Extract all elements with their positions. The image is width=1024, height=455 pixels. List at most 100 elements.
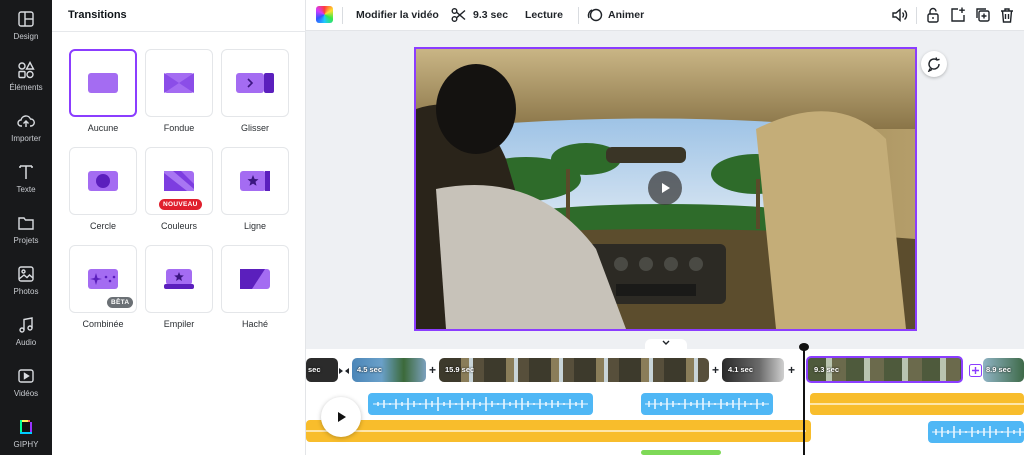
- waveform: [373, 397, 588, 411]
- clip-duration-label: 9.3 sec: [814, 365, 840, 374]
- audio-track-segment[interactable]: [810, 393, 1024, 415]
- tile-label: Aucune: [87, 123, 119, 133]
- tile-label: Empiler: [163, 319, 195, 329]
- rail-item-videos[interactable]: Vidéos: [0, 359, 52, 405]
- play-icon: [662, 183, 670, 193]
- shapes-icon: [18, 61, 35, 79]
- divider: [578, 7, 579, 24]
- music-note-icon: [19, 317, 33, 333]
- top-toolbar: Modifier la vidéo 9.3 sec Lecture Animer: [306, 0, 1024, 31]
- giphy-icon: [20, 420, 32, 434]
- tile-label: Combinée: [82, 319, 124, 329]
- transition-tile-empiler[interactable]: [145, 245, 213, 313]
- transition-tile-aucune[interactable]: [69, 49, 137, 117]
- rail-item-audio[interactable]: Audio: [0, 308, 52, 354]
- timeline-clip[interactable]: 8.9 sec: [983, 358, 1024, 382]
- clip-duration-label: 15.9 sec: [445, 365, 475, 374]
- audio-track-segment[interactable]: [306, 420, 811, 442]
- text-icon: [19, 165, 33, 179]
- video-icon: [18, 369, 34, 383]
- rail-item-text[interactable]: Texte: [0, 155, 52, 201]
- waveform: [645, 398, 769, 410]
- chevron-down-icon: [662, 340, 670, 345]
- add-clip-button[interactable]: +: [709, 364, 722, 377]
- waveform: [306, 430, 806, 432]
- rail-label: Audio: [15, 338, 37, 347]
- clip-duration-label: 4.1 sec: [728, 365, 754, 374]
- timeline-collapse-tab[interactable]: [645, 339, 687, 349]
- timeline-clip[interactable]: sec: [306, 358, 338, 382]
- panel-title: Transitions: [68, 9, 127, 21]
- rail-label: Vidéos: [13, 389, 39, 398]
- edit-video-button[interactable]: Modifier la vidéo: [356, 9, 439, 21]
- playhead-handle[interactable]: [799, 343, 809, 351]
- transition-tile-hache[interactable]: [221, 245, 289, 313]
- animate-button[interactable]: Animer: [608, 9, 644, 21]
- rail-label: Éléments: [9, 83, 43, 92]
- clip-duration[interactable]: 9.3 sec: [473, 9, 508, 21]
- video-play-button[interactable]: [648, 171, 682, 205]
- timeline-clip[interactable]: 4.5 sec: [352, 358, 426, 382]
- transition-combined-icon: [88, 269, 118, 289]
- folder-icon: [18, 217, 34, 230]
- trash-icon[interactable]: [998, 6, 1016, 24]
- add-transition-icon[interactable]: [969, 364, 982, 377]
- add-clip-button[interactable]: +: [426, 364, 439, 377]
- tile-label: Glisser: [240, 123, 269, 133]
- new-badge: NOUVEAU: [159, 199, 202, 210]
- transition-dissolve-icon: [164, 73, 194, 93]
- playhead[interactable]: [803, 345, 805, 455]
- tile-label: Haché: [241, 319, 268, 329]
- audio-track-segment[interactable]: [641, 450, 721, 455]
- transition-slide-icon: [236, 73, 274, 93]
- divider: [916, 7, 917, 24]
- tile-label: Couleurs: [160, 221, 198, 231]
- transition-circle-icon: [88, 171, 118, 191]
- rail-label: Projets: [13, 236, 39, 245]
- rail-label: GIPHY: [13, 440, 39, 449]
- transition-tile-glisser[interactable]: [221, 49, 289, 117]
- cloud-upload-icon: [17, 115, 35, 127]
- timeline-clip[interactable]: 4.1 sec: [722, 358, 784, 382]
- transition-colors-icon: [164, 171, 194, 191]
- transition-tile-cercle[interactable]: [69, 147, 137, 215]
- waveform: [932, 426, 1024, 438]
- timeline-clip[interactable]: 15.9 sec: [439, 358, 709, 382]
- left-icon-rail: Design Éléments Importer Texte Projets P…: [0, 0, 52, 455]
- rail-item-elements[interactable]: Éléments: [0, 53, 52, 99]
- audio-track-segment[interactable]: [928, 421, 1024, 443]
- add-page-icon[interactable]: [949, 6, 967, 24]
- rail-label: Design: [13, 32, 39, 41]
- play-icon: [338, 412, 346, 422]
- transition-stack-icon: [164, 269, 194, 289]
- divider: [342, 7, 343, 24]
- rail-item-photos[interactable]: Photos: [0, 257, 52, 303]
- waveform: [810, 403, 1024, 405]
- tile-label: Ligne: [243, 221, 267, 231]
- rail-item-giphy[interactable]: GIPHY: [0, 410, 52, 455]
- tile-label: Cercle: [89, 221, 116, 231]
- rail-item-upload[interactable]: Importer: [0, 104, 52, 150]
- transition-link-icon[interactable]: [338, 365, 350, 377]
- refresh-comment-icon: [927, 57, 940, 72]
- regenerate-button[interactable]: [921, 51, 947, 77]
- duplicate-icon[interactable]: [974, 6, 992, 24]
- beta-badge: BÊTA: [107, 297, 134, 308]
- transition-tile-ligne[interactable]: [221, 147, 289, 215]
- rail-item-projects[interactable]: Projets: [0, 206, 52, 252]
- video-preview[interactable]: [414, 47, 917, 331]
- add-clip-button[interactable]: +: [785, 364, 798, 377]
- audio-track-segment[interactable]: [641, 393, 773, 415]
- transition-none-icon: [88, 73, 118, 93]
- animate-icon[interactable]: [586, 6, 604, 24]
- volume-icon[interactable]: [890, 6, 908, 24]
- timeline-play-button[interactable]: [321, 397, 361, 437]
- transition-tile-fondue[interactable]: [145, 49, 213, 117]
- color-picker-icon[interactable]: [316, 6, 333, 23]
- playback-button[interactable]: Lecture: [525, 9, 563, 21]
- lock-icon[interactable]: [924, 6, 942, 24]
- scissors-icon[interactable]: [450, 6, 468, 24]
- timeline-clip-selected[interactable]: 9.3 sec: [806, 356, 963, 383]
- rail-item-design[interactable]: Design: [0, 2, 52, 48]
- audio-track-segment[interactable]: [368, 393, 593, 415]
